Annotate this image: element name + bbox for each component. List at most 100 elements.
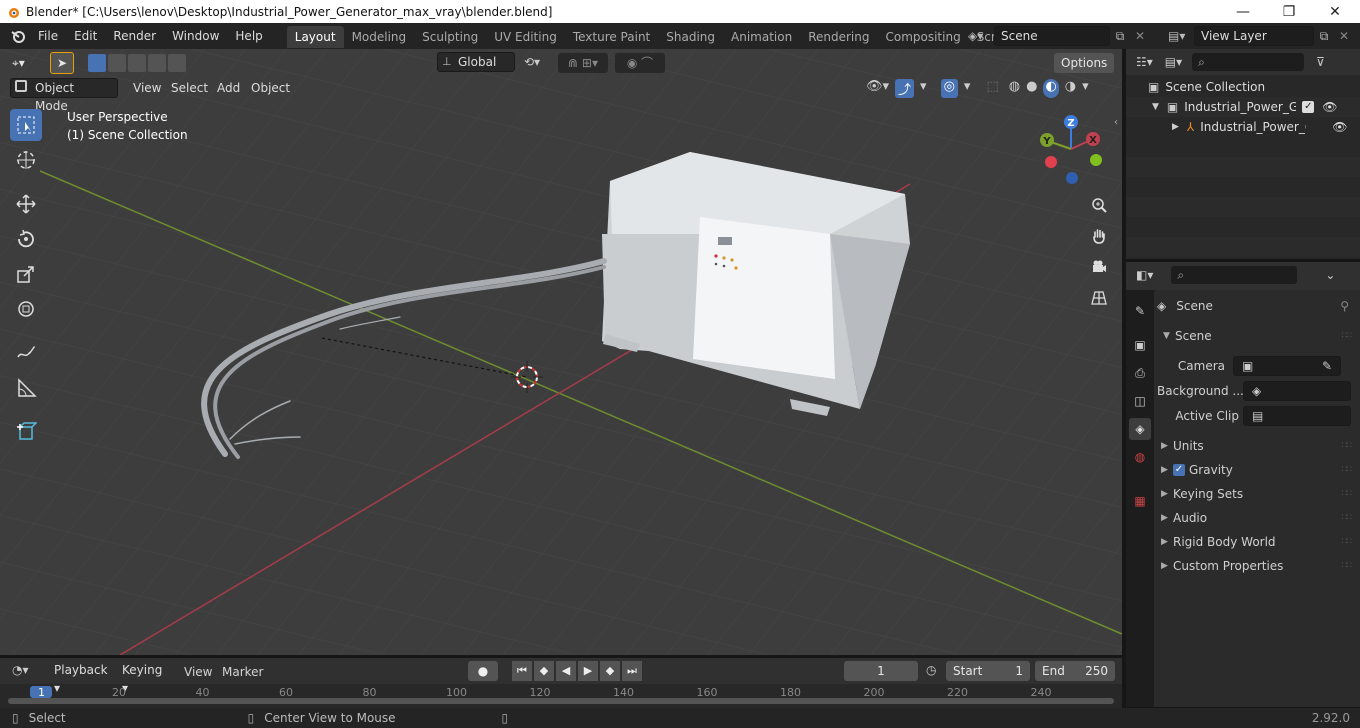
drag-handle-icon[interactable]: ∷∷ bbox=[1342, 465, 1353, 475]
drag-handle-icon[interactable]: ∷∷ bbox=[1342, 561, 1353, 571]
scene-selector[interactable]: ◈▾ Scene ⧉ ✕ bbox=[964, 26, 1154, 46]
drag-handle-icon[interactable]: ∷∷ bbox=[1342, 331, 1353, 341]
snap-icon[interactable]: ⋒ ⊞▾ bbox=[558, 53, 608, 73]
select-menu[interactable]: Select bbox=[164, 78, 215, 98]
overlay-dropdown-icon[interactable]: ▾ bbox=[964, 79, 971, 98]
playback-menu[interactable]: Playback ▾ bbox=[46, 661, 112, 695]
zoom-icon[interactable] bbox=[1086, 192, 1112, 218]
options-dropdown[interactable]: Options bbox=[1054, 53, 1115, 73]
tab-uv-editing[interactable]: UV Editing bbox=[486, 26, 565, 48]
menu-help[interactable]: Help bbox=[227, 23, 270, 49]
tab-rendering[interactable]: Rendering bbox=[800, 26, 877, 48]
select-intersect-icon[interactable] bbox=[168, 54, 186, 72]
shading-dropdown-icon[interactable]: ▾ bbox=[1082, 79, 1089, 98]
maximize-button[interactable]: ❐ bbox=[1266, 0, 1312, 23]
outliner-editor-icon[interactable]: ☷▾ bbox=[1136, 55, 1153, 69]
viewlayer-selector[interactable]: ▤▾ View Layer ⧉ ✕ bbox=[1164, 26, 1358, 46]
perspective-toggle-icon[interactable] bbox=[1086, 285, 1112, 311]
menu-render[interactable]: Render bbox=[105, 23, 164, 49]
select-tool-icon[interactable]: ➤ bbox=[50, 52, 74, 74]
properties-editor-icon[interactable]: ◧▾ bbox=[1136, 268, 1153, 282]
scene-panel-header[interactable]: ▼ Scene ∷∷ bbox=[1157, 324, 1357, 348]
view-menu[interactable]: View bbox=[126, 78, 168, 98]
world-tab-icon[interactable]: ◍ bbox=[1129, 446, 1151, 468]
select-extend-icon[interactable] bbox=[108, 54, 126, 72]
outliner-root-row[interactable]: ▣ Scene Collection bbox=[1126, 77, 1360, 97]
expand-right-icon[interactable]: ▶ bbox=[1172, 122, 1179, 132]
tab-texture-paint[interactable]: Texture Paint bbox=[565, 26, 658, 48]
tab-animation[interactable]: Animation bbox=[723, 26, 800, 48]
play-reverse-icon[interactable]: ◀ bbox=[556, 661, 576, 681]
pivot-point-icon[interactable]: ⟲▾ bbox=[524, 55, 540, 69]
tab-sculpting[interactable]: Sculpting bbox=[414, 26, 486, 48]
keying-sets-panel-header[interactable]: ▶ Keying Sets ∷∷ bbox=[1157, 482, 1357, 506]
drag-handle-icon[interactable]: ∷∷ bbox=[1342, 441, 1353, 451]
timeline-view-menu[interactable]: View bbox=[184, 665, 212, 679]
sidebar-toggle-icon[interactable]: ‹ bbox=[1114, 117, 1118, 128]
cursor-tool[interactable] bbox=[10, 144, 42, 176]
transform-tool[interactable] bbox=[10, 293, 42, 325]
tab-modeling[interactable]: Modeling bbox=[344, 26, 415, 48]
viewlayer-name-field[interactable]: View Layer bbox=[1194, 26, 1314, 46]
drag-handle-icon[interactable]: ∷∷ bbox=[1342, 513, 1353, 523]
wireframe-shading-icon[interactable]: ◍ bbox=[1009, 79, 1020, 98]
add-menu[interactable]: Add bbox=[210, 78, 247, 98]
camera-view-icon[interactable] bbox=[1086, 254, 1112, 280]
marker-menu[interactable]: Marker bbox=[222, 665, 263, 679]
overlay-toggle-icon[interactable]: ◎ bbox=[940, 79, 958, 98]
proportional-edit-icon[interactable]: ◉ ⌒ bbox=[615, 53, 665, 73]
blender-menu-icon[interactable] bbox=[10, 28, 26, 44]
properties-options-icon[interactable]: ⌄ bbox=[1325, 268, 1335, 282]
exclude-checkbox[interactable]: ✓ bbox=[1302, 101, 1315, 113]
visibility-eye-icon[interactable]: 👁 bbox=[1322, 100, 1337, 114]
start-frame-field[interactable]: Start 1 bbox=[946, 661, 1030, 681]
display-mode-icon[interactable]: ▤▾ bbox=[1165, 55, 1182, 69]
filter-icon[interactable]: ⊽ bbox=[1316, 55, 1325, 69]
xray-icon[interactable]: ⬚ bbox=[986, 79, 998, 98]
close-button[interactable]: ✕ bbox=[1312, 0, 1358, 23]
new-viewlayer-icon[interactable]: ⧉ bbox=[1314, 29, 1334, 44]
navigation-gizmo[interactable]: Z X Y bbox=[1030, 111, 1114, 191]
rotate-tool[interactable] bbox=[10, 223, 42, 255]
tool-tab-icon[interactable]: ✎ bbox=[1129, 300, 1151, 322]
timeline-editor-icon[interactable]: ◔▾ bbox=[12, 663, 29, 677]
audio-panel-header[interactable]: ▶ Audio ∷∷ bbox=[1157, 506, 1357, 530]
move-tool[interactable] bbox=[10, 188, 42, 220]
eyedropper-icon[interactable]: ✎ bbox=[1322, 357, 1332, 375]
add-cube-tool[interactable] bbox=[10, 416, 42, 448]
menu-edit[interactable]: Edit bbox=[66, 23, 105, 49]
minimize-button[interactable]: — bbox=[1220, 0, 1266, 23]
menu-file[interactable]: File bbox=[30, 23, 66, 49]
select-difference-icon[interactable] bbox=[148, 54, 166, 72]
gravity-panel-header[interactable]: ▶ ✓ Gravity ∷∷ bbox=[1157, 458, 1357, 482]
scene-tab-icon[interactable]: ◈ bbox=[1129, 418, 1151, 440]
jump-end-icon[interactable]: ⏭ bbox=[622, 661, 642, 681]
current-frame-field[interactable]: 1 bbox=[844, 661, 918, 681]
scale-tool[interactable] bbox=[10, 258, 42, 290]
view-layer-tab-icon[interactable]: ◫ bbox=[1129, 390, 1151, 412]
menu-window[interactable]: Window bbox=[164, 23, 227, 49]
timeline-scrollbar[interactable] bbox=[8, 698, 1114, 704]
custom-properties-panel-header[interactable]: ▶ Custom Properties ∷∷ bbox=[1157, 554, 1357, 578]
jump-start-icon[interactable]: ⏮ bbox=[512, 661, 532, 681]
properties-search-input[interactable]: ⌕ bbox=[1171, 266, 1298, 284]
editor-type-icon[interactable]: ⌖▾ bbox=[8, 53, 38, 73]
clock-icon[interactable]: ◷ bbox=[926, 663, 936, 677]
units-panel-header[interactable]: ▶ Units ∷∷ bbox=[1157, 434, 1357, 458]
outliner-row[interactable]: ▼ ▣ Industrial_Power_Genera ✓ 👁 bbox=[1126, 97, 1360, 117]
viewport-3d[interactable]: ⌖▾ ➤ Global ⊥ ⟲▾ ⋒ ⊞▾ ◉ ⌒ Options Object… bbox=[0, 49, 1122, 655]
remove-viewlayer-icon[interactable]: ✕ bbox=[1334, 29, 1354, 43]
gizmo-toggle-icon[interactable]: ⤴ bbox=[895, 79, 915, 98]
output-tab-icon[interactable]: ⎙ bbox=[1129, 362, 1151, 384]
camera-field[interactable]: ▣ ✎ bbox=[1233, 356, 1341, 376]
active-clip-field[interactable]: ▤ bbox=[1243, 406, 1351, 426]
pan-hand-icon[interactable] bbox=[1086, 223, 1112, 249]
select-new-icon[interactable] bbox=[88, 54, 106, 72]
rendered-shading-icon[interactable]: ◑ bbox=[1065, 79, 1076, 98]
next-keyframe-icon[interactable]: ◆ bbox=[600, 661, 620, 681]
select-box-tool[interactable] bbox=[10, 109, 42, 141]
select-subtract-icon[interactable] bbox=[128, 54, 146, 72]
object-menu[interactable]: Object bbox=[244, 78, 297, 98]
play-icon[interactable]: ▶ bbox=[578, 661, 598, 681]
tab-layout[interactable]: Layout bbox=[286, 26, 344, 48]
